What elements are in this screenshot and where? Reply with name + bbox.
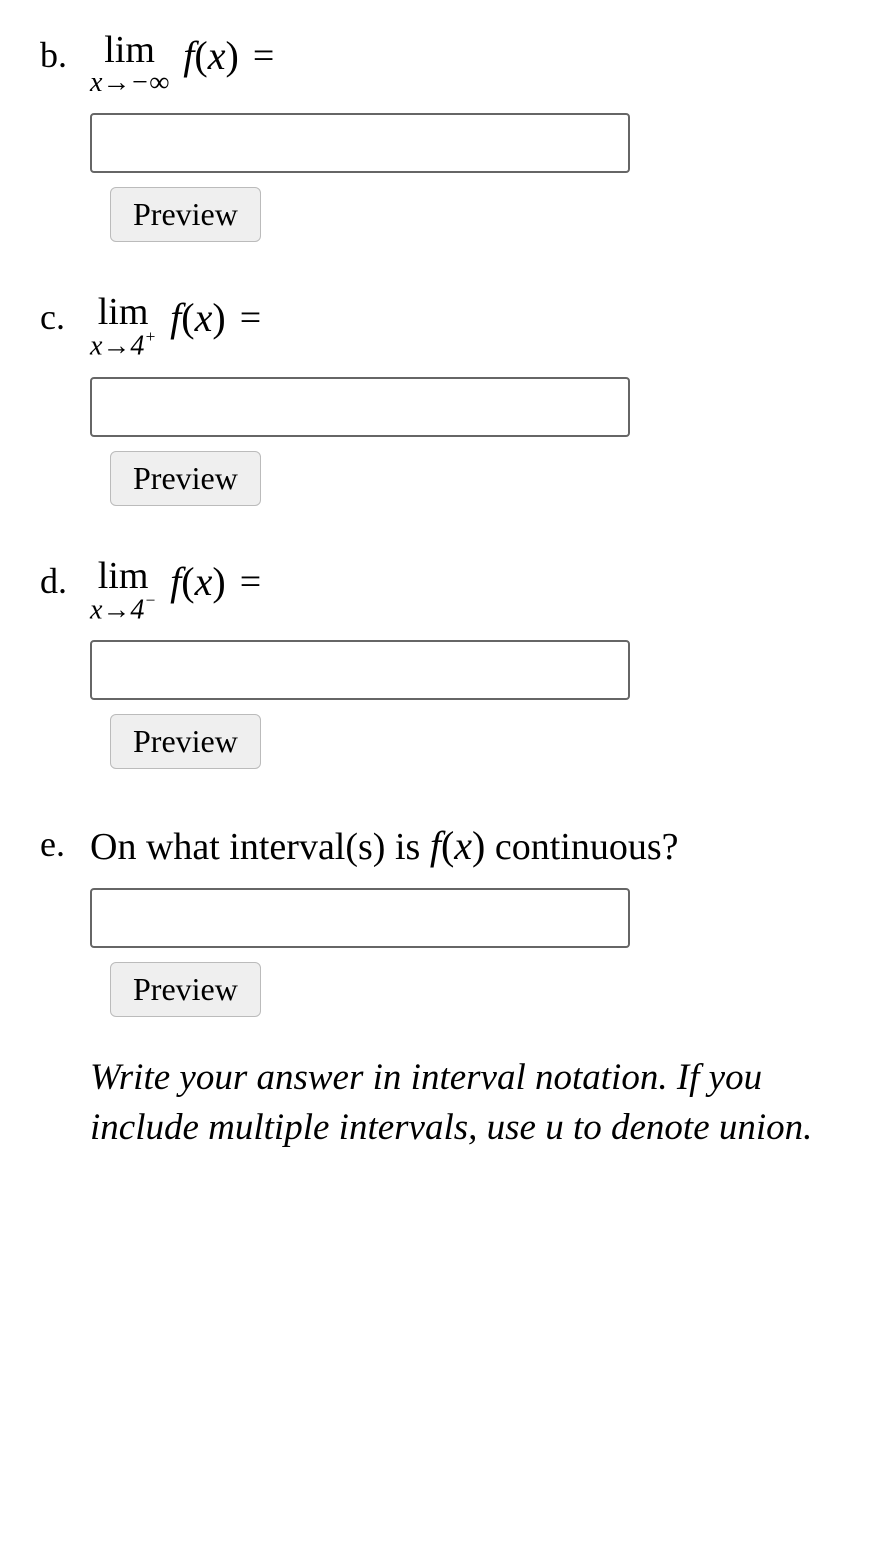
preview-button-b[interactable]: Preview [110,187,261,242]
func-arg: x [208,33,226,78]
equals-sign: = [253,30,274,78]
preview-button-d[interactable]: Preview [110,714,261,769]
question-b: b. lim x→−∞ f(x) = Preview [40,30,829,242]
text-pre: On what interval(s) is [90,826,430,868]
lim-text: lim [104,30,155,72]
question-c-label: c. [40,292,90,338]
question-d-math: lim x→4− f(x) = [90,556,829,627]
func-letter: f [183,33,194,78]
lim-subscript: x→−∞ [90,68,169,99]
question-e-text: On what interval(s) is f(x) continuous? [90,819,829,873]
text-post: continuous? [485,826,678,868]
function-fx: f(x) [183,30,239,78]
answer-input-e[interactable] [90,888,630,948]
hint-post: to denote union. [564,1107,813,1148]
func-arg: x [195,559,213,604]
lim-text: lim [98,292,149,334]
lim-sub-sup: − [144,591,156,610]
preview-button-c[interactable]: Preview [110,451,261,506]
func-arg: x [195,295,213,340]
question-b-label: b. [40,30,90,76]
function-fx: f(x) [170,292,226,340]
question-e-label: e. [40,819,90,865]
hint-var: u [545,1107,564,1148]
func-letter: f [430,823,441,868]
lim-subscript: x→4− [90,593,156,626]
answer-input-c[interactable] [90,377,630,437]
func-letter: f [170,295,181,340]
question-e-hint: Write your answer in interval notation. … [90,1053,829,1153]
lim-subscript: x→4+ [90,329,156,362]
question-d-body: lim x→4− f(x) = Preview [90,556,829,770]
limit-notation: lim x→−∞ [90,30,169,99]
function-fx: f(x) [430,819,486,868]
lim-text: lim [98,556,149,598]
lim-sub-pre: x→4 [90,595,144,626]
question-d-label: d. [40,556,90,602]
question-d: d. lim x→4− f(x) = Preview [40,556,829,770]
func-letter: f [170,559,181,604]
limit-notation: lim x→4− [90,556,156,627]
func-arg: x [454,823,472,868]
question-b-math: lim x→−∞ f(x) = [90,30,829,99]
equals-sign: = [240,292,261,340]
answer-input-b[interactable] [90,113,630,173]
question-b-body: lim x→−∞ f(x) = Preview [90,30,829,242]
question-e: e. On what interval(s) is f(x) continuou… [40,819,829,1152]
lim-sub-pre: x→4 [90,331,144,362]
function-fx: f(x) [170,556,226,604]
question-c: c. lim x→4+ f(x) = Preview [40,292,829,506]
question-c-body: lim x→4+ f(x) = Preview [90,292,829,506]
preview-button-e[interactable]: Preview [110,962,261,1017]
question-e-body: On what interval(s) is f(x) continuous? … [90,819,829,1152]
answer-input-d[interactable] [90,640,630,700]
equals-sign: = [240,556,261,604]
lim-sub-sup: + [144,327,156,346]
limit-notation: lim x→4+ [90,292,156,363]
question-c-math: lim x→4+ f(x) = [90,292,829,363]
